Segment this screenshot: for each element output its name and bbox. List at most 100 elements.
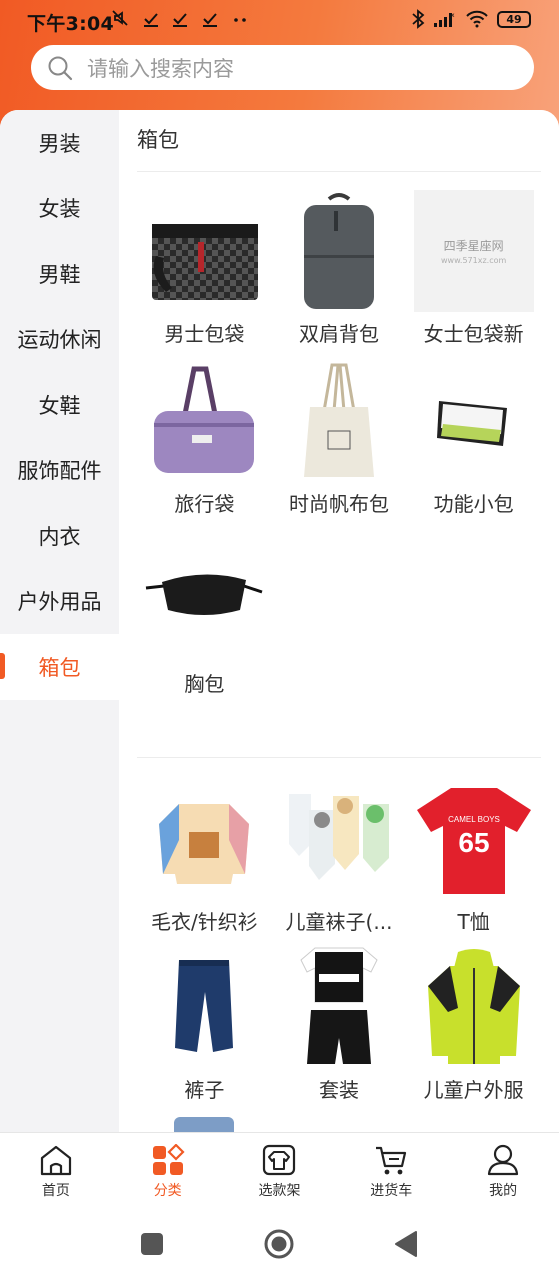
recents-button[interactable] xyxy=(140,1232,164,1256)
product-item[interactable]: 四季星座网 www.571xz.com 女士包袋新 xyxy=(406,190,541,360)
sidebar-item-womens-shoes[interactable]: 女鞋 xyxy=(0,372,119,438)
product-item[interactable]: 毛衣/针织衫 xyxy=(137,778,272,946)
status-time: 下午3:04 xyxy=(27,13,115,35)
nav-label: 选款架 xyxy=(258,1183,301,1199)
system-nav-bar xyxy=(0,1210,559,1280)
bottom-nav: 首页 分类 选款架 进货车 我的 xyxy=(0,1132,559,1210)
watermark-subtext: www.571xz.com xyxy=(441,256,507,265)
product-item-partial[interactable] xyxy=(272,1114,407,1132)
product-item[interactable]: 双肩背包 xyxy=(272,190,407,360)
search-icon xyxy=(48,56,73,80)
product-item-partial[interactable] xyxy=(137,1114,272,1132)
watermark-text: 四季星座网 xyxy=(443,239,504,253)
product-label: 套装 xyxy=(318,1078,359,1102)
nav-item-category[interactable]: 分类 xyxy=(112,1133,224,1210)
sidebar-item-womens-clothing[interactable]: 女装 xyxy=(0,175,119,241)
product-item[interactable]: 男士包袋 xyxy=(137,190,272,360)
product-item[interactable]: 裤子 xyxy=(137,946,272,1114)
product-label: T恤 xyxy=(457,910,490,934)
sidebar-item-label: 内衣 xyxy=(38,524,81,549)
notification-icons xyxy=(110,8,249,30)
search-bar[interactable]: 请输入搜索内容 xyxy=(31,45,534,90)
sidebar-item-label: 男装 xyxy=(38,131,81,156)
sidebar-item-label: 户外用品 xyxy=(17,590,102,615)
product-label: 裤子 xyxy=(184,1078,225,1102)
product-label: 男士包袋 xyxy=(164,322,245,346)
product-item[interactable]: 胸包 xyxy=(137,530,272,700)
product-label: 功能小包 xyxy=(433,492,514,516)
check-icon xyxy=(203,13,218,27)
product-item-partial[interactable] xyxy=(406,1114,541,1132)
sidebar-item-accessories[interactable]: 服饰配件 xyxy=(0,437,119,503)
signal-icon: x xyxy=(434,12,455,27)
sidebar-item-sportswear[interactable]: 运动休闲 xyxy=(0,306,119,372)
product-item[interactable]: CAMEL BOYS 65 T恤 xyxy=(406,778,541,946)
product-label: 儿童袜子(... xyxy=(285,910,393,934)
product-image-backpack xyxy=(279,190,399,312)
sidebar-item-bags[interactable]: 箱包 xyxy=(0,634,119,700)
more-dots-icon xyxy=(234,18,246,22)
sidebar-item-underwear[interactable]: 内衣 xyxy=(0,503,119,569)
sidebar-item-label: 男鞋 xyxy=(38,262,81,287)
product-label: 毛衣/针织衫 xyxy=(150,910,258,934)
product-image-t-shirt: CAMEL BOYS 65 xyxy=(414,778,534,900)
product-item[interactable]: 旅行袋 xyxy=(137,360,272,530)
product-image-pants xyxy=(144,946,264,1068)
app-screen: 下午3:04 x 49 请输入搜索内容 男装 女装 男鞋 运动休闲 女鞋 服饰配… xyxy=(0,0,559,1280)
sidebar-item-label: 运动休闲 xyxy=(17,328,102,353)
product-item[interactable]: 功能小包 xyxy=(406,360,541,530)
product-image-kids-socks xyxy=(279,778,399,900)
sidebar-item-mens-clothing[interactable]: 男装 xyxy=(0,110,119,176)
user-icon xyxy=(487,1144,519,1176)
product-item[interactable]: 儿童户外服 xyxy=(406,946,541,1114)
nav-label: 首页 xyxy=(41,1183,70,1199)
shirt-print-brand: CAMEL BOYS xyxy=(448,815,500,824)
product-label: 时尚帆布包 xyxy=(288,492,389,516)
sidebar-item-mens-shoes[interactable]: 男鞋 xyxy=(0,241,119,307)
product-label: 双肩背包 xyxy=(298,322,379,346)
category-icon xyxy=(152,1144,185,1175)
product-item[interactable]: 时尚帆布包 xyxy=(272,360,407,530)
search-input[interactable]: 请输入搜索内容 xyxy=(87,53,234,83)
nav-label: 我的 xyxy=(489,1183,518,1199)
nav-item-profile[interactable]: 我的 xyxy=(447,1133,559,1210)
category-sidebar: 男装 女装 男鞋 运动休闲 女鞋 服饰配件 内衣 户外用品 箱包 xyxy=(0,110,119,1132)
product-image-travel-bag xyxy=(144,360,264,482)
svg-text:x: x xyxy=(451,12,455,19)
category-panel: 男装 女装 男鞋 运动休闲 女鞋 服饰配件 内衣 户外用品 箱包 箱包 男士包袋… xyxy=(0,110,559,1132)
product-image-jeans xyxy=(174,1117,235,1132)
product-label: 胸包 xyxy=(184,672,225,696)
product-image-outfit-set xyxy=(279,946,399,1068)
sidebar-item-outdoor[interactable]: 户外用品 xyxy=(0,568,119,634)
back-button[interactable] xyxy=(394,1230,418,1258)
nav-label: 进货车 xyxy=(370,1183,413,1199)
section-divider xyxy=(137,757,541,758)
sidebar-filler xyxy=(0,699,119,1132)
cart-icon xyxy=(376,1146,407,1175)
section-title: 箱包 xyxy=(137,128,179,152)
product-label: 儿童户外服 xyxy=(423,1078,524,1102)
category-content: 箱包 男士包袋 双肩背包 四季星座网 www.571xz.com 女士包袋新 旅… xyxy=(119,110,559,1132)
product-image-chest-bag xyxy=(144,530,264,662)
sidebar-item-label: 服饰配件 xyxy=(17,459,102,484)
system-icons: x 49 xyxy=(411,9,531,29)
product-item[interactable]: 套装 xyxy=(272,946,407,1114)
home-button[interactable] xyxy=(263,1228,295,1260)
product-grid-kids: 毛衣/针织衫 儿童袜子(... CAMEL BOYS 65 T恤 裤子 套装 儿… xyxy=(137,778,541,1132)
shirt-print-number: 65 xyxy=(458,827,489,858)
sidebar-item-label: 箱包 xyxy=(38,655,81,680)
product-image-clutch xyxy=(144,190,264,312)
bluetooth-icon xyxy=(412,9,425,29)
home-icon xyxy=(40,1145,71,1176)
nav-item-cart[interactable]: 进货车 xyxy=(335,1133,447,1210)
status-bar: 下午3:04 x 49 xyxy=(0,0,559,40)
product-grid-bags: 男士包袋 双肩背包 四季星座网 www.571xz.com 女士包袋新 旅行袋 … xyxy=(137,190,541,700)
battery-indicator: 49 xyxy=(497,10,531,28)
section-divider xyxy=(137,171,541,172)
sidebar-item-label: 女装 xyxy=(38,197,81,222)
nav-item-home[interactable]: 首页 xyxy=(0,1133,112,1210)
product-image-outdoor-jacket xyxy=(414,946,534,1068)
product-image-small-bag xyxy=(414,360,534,482)
nav-item-style-rack[interactable]: 选款架 xyxy=(224,1133,336,1210)
product-item[interactable]: 儿童袜子(... xyxy=(272,778,407,946)
